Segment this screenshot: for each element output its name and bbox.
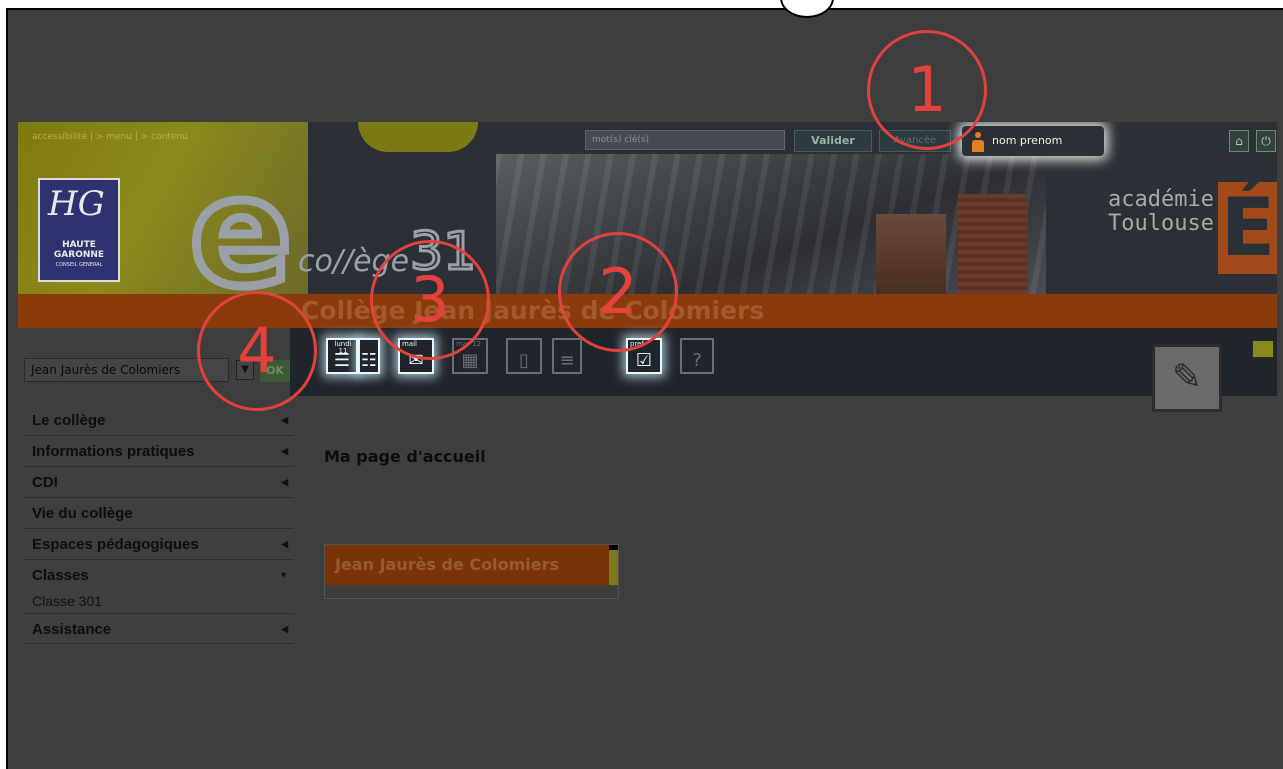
sidebar-item-label: CDI [32, 474, 58, 491]
calendar-icon: ▦ [461, 350, 479, 371]
notebook-icon: ☷ [360, 350, 378, 371]
sidebar-item-cdi[interactable]: CDI ◀ [24, 467, 294, 498]
content-block: Jean Jaurès de Colomiers [324, 544, 619, 599]
brand-letter: e [186, 146, 297, 295]
notes-icon: ≡ [559, 350, 575, 371]
chevron-left-icon: ◀ [281, 446, 288, 456]
page-title: Ma page d'accueil [324, 447, 486, 466]
sidebar-item-label: Classes [32, 567, 89, 584]
user-name: nom prenom [992, 134, 1063, 147]
annotation-number: 3 [410, 263, 450, 336]
logo-hg-sub: CONSEIL GENERAL [55, 262, 103, 268]
preferences-icon: ☑ [635, 350, 653, 371]
sidebar-item-espaces-pedagogiques[interactable]: Espaces pédagogiques ◀ [24, 529, 294, 560]
haute-garonne-logo[interactable]: HG HAUTE GARONNE CONSEIL GENERAL [38, 178, 120, 282]
agenda-icon: ☰ [333, 350, 351, 371]
block-title: Jean Jaurès de Colomiers [325, 545, 610, 585]
sidebar-item-assistance[interactable]: Assistance ◀ [24, 613, 294, 644]
sidebar-item-label: Informations pratiques [32, 443, 195, 460]
header-yellow-shape-2 [358, 122, 478, 152]
annotation-number: 1 [907, 53, 947, 126]
academie-logo-text: académie Toulouse [1108, 188, 1214, 236]
notes-tool[interactable]: ≡ [552, 338, 582, 374]
edit-pencil-icon[interactable]: ✎ [1152, 344, 1222, 412]
layout-icon[interactable] [1252, 340, 1274, 358]
help-icon: ? [692, 350, 702, 371]
sidebar-item-label: Assistance [32, 621, 112, 638]
photo-poster [876, 214, 946, 294]
annotation-number: 4 [237, 314, 277, 387]
sidebar-item-label: Le collège [32, 412, 106, 429]
annotation-circle-1: 1 [867, 30, 987, 150]
photo-door [958, 194, 1028, 294]
documents-icon: ▯ [519, 350, 529, 371]
academie-line2: Toulouse [1108, 211, 1214, 236]
chevron-left-icon: ◀ [281, 539, 288, 549]
home-icon[interactable]: ⌂ [1229, 130, 1249, 152]
sidebar-item-informations-pratiques[interactable]: Informations pratiques ◀ [24, 436, 294, 467]
academie-line1: académie [1108, 187, 1214, 212]
chevron-left-icon: ◀ [281, 415, 288, 425]
sidebar-subitem-classe-301[interactable]: Classe 301 [24, 591, 294, 613]
agenda-tool[interactable]: lundi 11 ☰ [326, 338, 358, 374]
power-icon[interactable]: ⏻ [1256, 130, 1276, 152]
skip-links[interactable]: accessibilité | > menu | > contenu [32, 132, 188, 142]
sidebar-menu: Le collège ◀ Informations pratiques ◀ CD… [24, 405, 294, 644]
logo-hg-initials: HG [48, 184, 105, 224]
sidebar-item-label: Espaces pédagogiques [32, 536, 199, 553]
annotation-circle-4: 4 [197, 291, 317, 411]
block-side-strip [609, 545, 618, 585]
sidebar-item-classes[interactable]: Classes ▼ [24, 560, 294, 591]
search-input[interactable]: mot(s) clé(s) [585, 130, 785, 150]
sidebar-item-vie-du-college[interactable]: Vie du collège [24, 498, 294, 529]
academie-logo-letter: É [1218, 182, 1277, 274]
chevron-left-icon: ◀ [281, 624, 288, 634]
sidebar-item-label: Vie du collège [32, 505, 133, 522]
annotation-circle-3: 3 [370, 240, 490, 360]
chevron-left-icon: ◀ [281, 477, 288, 487]
annotation-circle-2: 2 [558, 232, 678, 352]
logo-hg-name: HAUTE GARONNE [53, 240, 105, 260]
user-icon [972, 132, 984, 152]
chevron-down-icon: ▼ [279, 570, 288, 580]
validate-button[interactable]: Valider [794, 130, 872, 152]
annotation-number: 2 [598, 255, 638, 328]
documents-tool[interactable]: ▯ [506, 338, 542, 374]
help-tool[interactable]: ? [680, 338, 714, 374]
